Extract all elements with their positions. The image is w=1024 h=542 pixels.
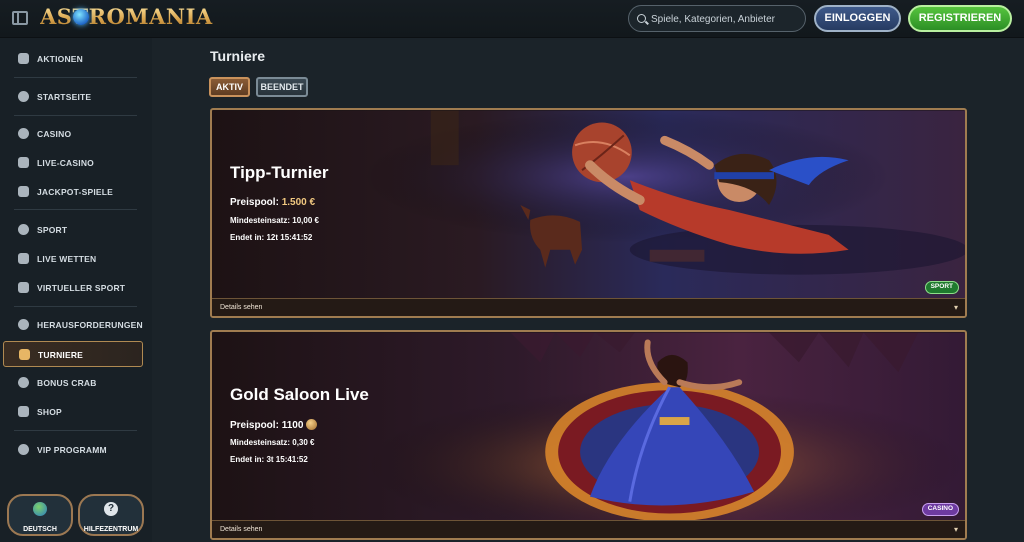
help-center-button[interactable]: ? HILFEZENTRUM — [78, 494, 144, 536]
soccer-ball-icon — [18, 224, 29, 235]
sidebar-item-label: LIVE-CASINO — [37, 158, 94, 168]
tournament-card[interactable]: Gold Saloon Live Preispool: 1100 Mindest… — [210, 330, 967, 540]
min-stake-label: Mindesteinsatz: — [230, 438, 291, 447]
min-stake: Mindesteinsatz: 10,00 € — [230, 216, 319, 225]
sidebar-divider — [14, 306, 137, 307]
language-label: DEUTSCH — [23, 526, 57, 533]
login-button[interactable]: EINLOGGEN — [814, 5, 901, 32]
search-input[interactable]: Spiele, Kategorien, Anbieter — [628, 5, 806, 32]
category-badge: SPORT — [924, 281, 959, 294]
coin-icon — [306, 419, 318, 430]
sidebar-item-label: STARTSEITE — [37, 92, 92, 102]
prize-pool-value: 1.500 € — [281, 197, 316, 208]
prize-pool-value: 1100 — [281, 420, 304, 431]
sidebar-item-aktionen[interactable]: AKTIONEN — [0, 46, 152, 72]
sidebar-item-casino[interactable]: CASINO — [0, 121, 152, 147]
prize-pool-label: Preispool: — [230, 197, 279, 208]
sidebar-item-label: TURNIERE — [38, 350, 84, 360]
sidebar-item-label: CASINO — [37, 129, 72, 139]
sidebar-item-label: BONUS CRAB — [37, 378, 97, 388]
details-label: Details sehen — [220, 526, 263, 533]
sidebar-item-bonus-crab[interactable]: BONUS CRAB — [0, 370, 152, 396]
help-label: HILFEZENTRUM — [83, 526, 139, 533]
globe-icon — [33, 502, 47, 516]
ends-in-value: 3t 15:41:52 — [266, 455, 308, 464]
ends-in-label: Endet in: — [230, 233, 265, 242]
tournament-title: Gold Saloon Live — [230, 385, 369, 404]
chevron-down-icon[interactable]: ▾ — [954, 525, 958, 534]
shop-icon — [18, 406, 29, 417]
prize-pool-label: Preispool: — [230, 420, 279, 431]
target-icon — [18, 319, 29, 330]
search-icon — [637, 14, 646, 23]
brand-logo[interactable]: ASTROMANIA — [40, 4, 213, 32]
globe-icon — [18, 91, 29, 102]
sidebar-item-label: VIP PROGRAMM — [37, 445, 107, 455]
page-title: Turniere — [210, 48, 265, 64]
sidebar-toggle-icon[interactable] — [12, 11, 28, 25]
top-header: ASTROMANIA Spiele, Kategorien, Anbieter … — [0, 0, 1024, 38]
sidebar-item-label: HERAUSFORDERUNGEN — [37, 320, 143, 330]
sidebar-divider — [14, 77, 137, 78]
tab-aktiv[interactable]: AKTIV — [209, 77, 250, 97]
sidebar-item-shop[interactable]: SHOP — [0, 399, 152, 425]
min-stake: Mindesteinsatz: 0,30 € — [230, 438, 315, 447]
sidebar-item-startseite[interactable]: STARTSEITE — [0, 84, 152, 110]
sidebar-item-vip-programm[interactable]: VIP PROGRAMM — [0, 437, 152, 463]
ends-in-label: Endet in: — [230, 455, 265, 464]
ends-in: Endet in: 12t 15:41:52 — [230, 233, 312, 242]
tournament-title: Tipp-Turnier — [230, 163, 329, 182]
question-mark-icon: ? — [104, 502, 118, 516]
sidebar-item-live-casino[interactable]: LIVE-CASINO — [0, 150, 152, 176]
details-label: Details sehen — [220, 304, 263, 311]
live-icon — [18, 253, 29, 264]
ends-in: Endet in: 3t 15:41:52 — [230, 455, 308, 464]
chevron-down-icon[interactable]: ▾ — [954, 303, 958, 312]
tab-beendet[interactable]: BEENDET — [256, 77, 308, 97]
language-button[interactable]: DEUTSCH — [7, 494, 73, 536]
category-badge: CASINO — [921, 503, 959, 516]
sidebar-divider — [14, 430, 137, 431]
prize-pool: Preispool: 1100 — [230, 419, 318, 431]
ends-in-value: 12t 15:41:52 — [266, 233, 313, 242]
trophy-icon — [19, 349, 30, 360]
sidebar-item-label: SPORT — [37, 225, 68, 235]
sidebar-item-turniere[interactable]: TURNIERE — [3, 341, 143, 367]
sidebar-item-label: SHOP — [37, 407, 62, 417]
sidebar-divider — [14, 209, 137, 210]
logo-planet-icon — [73, 9, 89, 25]
search-placeholder: Spiele, Kategorien, Anbieter — [651, 14, 775, 25]
sidebar-item-jackpot-spiele[interactable]: JACKPOT-SPIELE — [0, 179, 152, 205]
sidebar-item-label: AKTIONEN — [37, 54, 83, 64]
vip-gem-icon — [18, 444, 29, 455]
prize-pool: Preispool: 1.500 € — [230, 197, 315, 208]
tournament-banner-image — [212, 110, 965, 300]
min-stake-label: Mindesteinsatz: — [230, 216, 291, 225]
casino-chip-icon — [18, 128, 29, 139]
min-stake-value: 10,00 € — [292, 216, 319, 225]
register-button[interactable]: REGISTRIEREN — [908, 5, 1012, 32]
clover-icon — [18, 186, 29, 197]
monitor-icon — [18, 282, 29, 293]
sidebar-item-herausforderungen[interactable]: HERAUSFORDERUNGEN — [0, 312, 152, 338]
details-link[interactable]: Details sehen — [212, 298, 965, 316]
crab-icon — [18, 377, 29, 388]
cards-icon — [18, 157, 29, 168]
sidebar-item-live-wetten[interactable]: LIVE WETTEN — [0, 246, 152, 272]
sidebar-item-label: JACKPOT-SPIELE — [37, 187, 114, 197]
sidebar-item-label: VIRTUELLER SPORT — [37, 283, 126, 293]
gift-icon — [18, 53, 29, 64]
tournament-banner-image — [212, 332, 965, 522]
min-stake-value: 0,30 € — [292, 438, 315, 447]
sidebar-item-label: LIVE WETTEN — [37, 254, 97, 264]
sidebar-divider — [14, 115, 137, 116]
sidebar: AKTIONEN STARTSEITE CASINO LIVE-CASINO J… — [0, 38, 152, 542]
sidebar-item-sport[interactable]: SPORT — [0, 217, 152, 243]
details-link[interactable]: Details sehen — [212, 520, 965, 538]
tournament-card[interactable]: Tipp-Turnier Preispool: 1.500 € Mindeste… — [210, 108, 967, 318]
sidebar-item-virtueller-sport[interactable]: VIRTUELLER SPORT — [0, 275, 152, 301]
